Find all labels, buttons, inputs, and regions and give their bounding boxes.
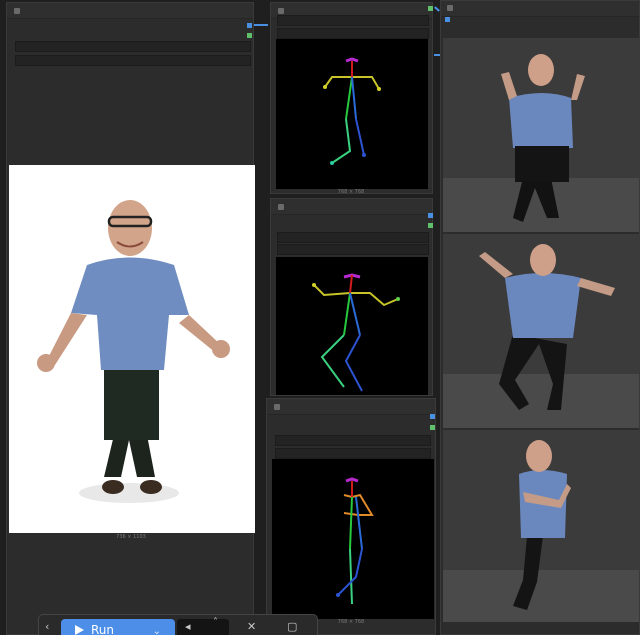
run-button[interactable]: Run ⌄ xyxy=(61,619,175,635)
node-header[interactable] xyxy=(7,3,253,19)
input-port[interactable] xyxy=(247,33,252,38)
chevron-up-icon[interactable]: ˄ xyxy=(213,613,218,633)
close-icon[interactable]: ✕ xyxy=(247,617,256,635)
input-port[interactable] xyxy=(430,414,435,419)
output-port[interactable] xyxy=(430,425,435,430)
pose-preprocessor-node[interactable]: 768 × 768 xyxy=(266,398,436,635)
collapse-dot[interactable] xyxy=(447,5,453,11)
pose-skeleton-preview xyxy=(276,39,428,189)
settings-widget[interactable] xyxy=(277,232,429,243)
pose-skeleton-preview xyxy=(276,257,428,395)
chevron-down-icon[interactable]: ⌄ xyxy=(153,621,161,635)
skeleton-figure xyxy=(336,477,374,605)
person-figure xyxy=(37,200,230,503)
preview-size-caption: 768 × 768 xyxy=(337,189,365,195)
upload-widget[interactable] xyxy=(15,55,251,66)
person-figure xyxy=(443,244,639,428)
output-port[interactable] xyxy=(428,223,433,228)
skeleton-figure xyxy=(312,273,400,392)
settings-widget[interactable] xyxy=(277,244,429,255)
person-figure xyxy=(443,440,639,622)
stop-icon[interactable]: ▢ xyxy=(287,617,297,635)
settings-widget[interactable] xyxy=(275,448,431,459)
collapse-dot[interactable] xyxy=(14,8,20,14)
load-image-node[interactable]: 736 × 1103 xyxy=(6,2,255,635)
node-header[interactable] xyxy=(271,199,432,215)
collapse-dot[interactable] xyxy=(278,8,284,14)
image-select-widget[interactable] xyxy=(15,41,251,52)
chevron-left-icon[interactable]: ‹ xyxy=(45,617,49,635)
collapse-dot[interactable] xyxy=(274,404,280,410)
generated-photo xyxy=(443,234,639,428)
collapse-dot[interactable] xyxy=(278,204,284,210)
pose-preprocessor-node[interactable] xyxy=(270,198,433,396)
settings-widget[interactable] xyxy=(277,15,429,26)
source-photo xyxy=(9,165,255,533)
input-port[interactable] xyxy=(428,213,433,218)
settings-widget[interactable] xyxy=(275,435,431,446)
image-size-caption: 736 × 1103 xyxy=(116,534,146,540)
output-port[interactable] xyxy=(428,6,433,11)
preview-image-node[interactable] xyxy=(440,0,640,635)
skeleton-figure xyxy=(323,57,381,165)
link-wire xyxy=(254,24,268,26)
input-port[interactable] xyxy=(247,23,252,28)
person-figure xyxy=(443,54,639,232)
pose-preprocessor-node[interactable]: 768 × 768 xyxy=(247,2,433,195)
settings-widget[interactable] xyxy=(277,28,429,39)
pose-skeleton-preview xyxy=(272,459,434,619)
preview-size-caption: 768 × 768 xyxy=(337,619,365,625)
input-port[interactable] xyxy=(445,17,450,22)
node-header[interactable] xyxy=(441,1,639,17)
generated-photo xyxy=(443,430,639,622)
node-header[interactable] xyxy=(267,399,435,415)
queue-controls: ◂ ˄ xyxy=(177,617,229,635)
generated-photo xyxy=(443,38,639,232)
run-label: Run xyxy=(91,623,115,635)
step-icon[interactable]: ◂ xyxy=(185,617,191,635)
run-toolbar: ‹ Run ⌄ ◂ ˄ ✕ ▢ xyxy=(38,614,318,635)
play-icon xyxy=(75,625,84,635)
